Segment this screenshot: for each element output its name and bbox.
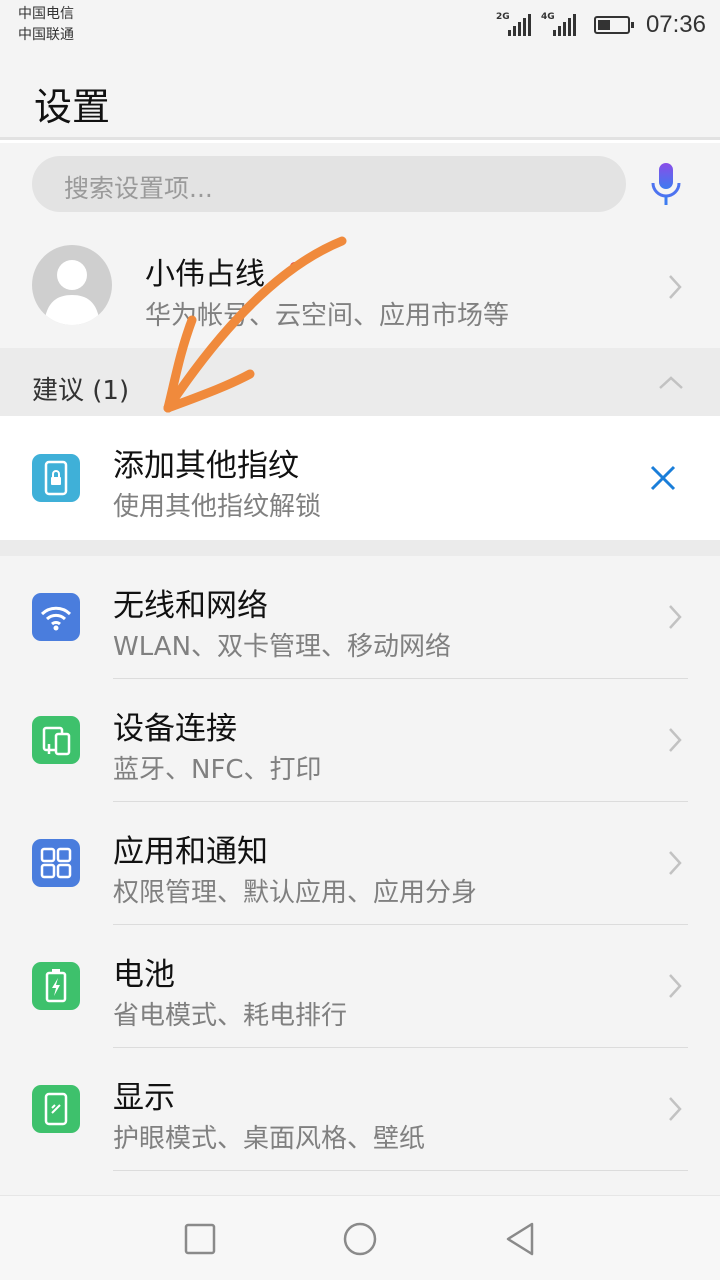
apps-icon [32, 839, 80, 887]
suggestions-header[interactable]: 建议 (1) [0, 348, 720, 416]
notification-dot [290, 262, 299, 271]
display-icon [32, 1085, 80, 1133]
signal-1-icon: 2G [496, 12, 531, 36]
setting-row-battery[interactable]: 电池 省电模式、耗电排行 [0, 925, 720, 1048]
account-name: 小伟占线 [145, 257, 265, 292]
wifi-icon [32, 593, 80, 641]
setting-row-wireless[interactable]: 无线和网络 WLAN、双卡管理、移动网络 [0, 556, 720, 679]
setting-subtitle: WLAN、双卡管理、移动网络 [113, 632, 452, 662]
setting-subtitle: 蓝牙、NFC、打印 [113, 755, 322, 785]
back-icon[interactable] [502, 1221, 538, 1257]
setting-title: 无线和网络 [113, 588, 268, 624]
suggestion-subtitle: 使用其他指纹解锁 [113, 492, 322, 522]
status-bar: 中国电信 中国联通 2G 4G 07:36 [0, 0, 720, 50]
title-bar: 设置 [0, 50, 720, 140]
setting-row-apps[interactable]: 应用和通知 权限管理、默认应用、应用分身 [0, 802, 720, 925]
battery-status-icon [593, 16, 634, 34]
chevron-right-icon [669, 974, 682, 998]
navigation-bar [0, 1195, 720, 1280]
setting-subtitle: 省电模式、耗电排行 [113, 1001, 348, 1031]
setting-title: 显示 [113, 1080, 175, 1116]
dismiss-close-icon[interactable] [648, 463, 678, 493]
section-divider [0, 540, 720, 556]
suggestion-title: 添加其他指纹 [113, 448, 299, 484]
page-title: 设置 [34, 85, 111, 129]
chevron-right-icon [669, 275, 682, 299]
setting-title: 设备连接 [113, 711, 237, 747]
account-row[interactable]: 小伟占线 华为帐号、云空间、应用市场等 [0, 233, 720, 348]
network-type-2: 4G [540, 12, 555, 22]
signal-2-icon: 4G [541, 12, 576, 36]
carrier-1: 中国电信 [18, 6, 74, 22]
account-subtitle: 华为帐号、云空间、应用市场等 [145, 301, 510, 331]
suggestions-title: 建议 (1) [32, 376, 130, 406]
setting-title: 应用和通知 [113, 834, 268, 870]
status-icons: 2G 4G 07:36 [496, 10, 706, 40]
carrier-2: 中国联通 [18, 27, 74, 43]
avatar [32, 245, 112, 325]
chevron-right-icon [669, 605, 682, 629]
row-divider [113, 1170, 688, 1171]
fingerprint-phone-icon [32, 454, 80, 502]
setting-row-device-connection[interactable]: 设备连接 蓝牙、NFC、打印 [0, 679, 720, 802]
battery-icon [32, 962, 80, 1010]
setting-row-display[interactable]: 显示 护眼模式、桌面风格、壁纸 [0, 1048, 720, 1171]
device-connection-icon [32, 716, 80, 764]
setting-subtitle: 权限管理、默认应用、应用分身 [113, 878, 478, 908]
settings-content[interactable]: 搜索设置项... 小伟占线 华为帐号、云空间、应用市场等 建议 (1) 添加其他… [0, 143, 720, 1195]
network-type-1: 2G [495, 12, 510, 22]
chevron-up-icon[interactable] [658, 376, 684, 390]
setting-subtitle: 护眼模式、桌面风格、壁纸 [113, 1124, 426, 1154]
search-input[interactable]: 搜索设置项... [32, 156, 626, 212]
clock: 07:36 [645, 11, 706, 38]
carrier-info: 中国电信 中国联通 [18, 4, 74, 46]
home-icon[interactable] [342, 1221, 378, 1257]
search-placeholder: 搜索设置项... [64, 174, 213, 203]
setting-title: 电池 [113, 957, 175, 993]
microphone-icon[interactable] [648, 163, 684, 209]
chevron-right-icon [669, 851, 682, 875]
suggestion-add-fingerprint[interactable]: 添加其他指纹 使用其他指纹解锁 [0, 416, 720, 540]
chevron-right-icon [669, 728, 682, 752]
recent-apps-icon[interactable] [182, 1221, 218, 1257]
chevron-right-icon [669, 1097, 682, 1121]
settings-list: 无线和网络 WLAN、双卡管理、移动网络 设备连接 蓝牙、NFC、打印 应用和通… [0, 556, 720, 1195]
